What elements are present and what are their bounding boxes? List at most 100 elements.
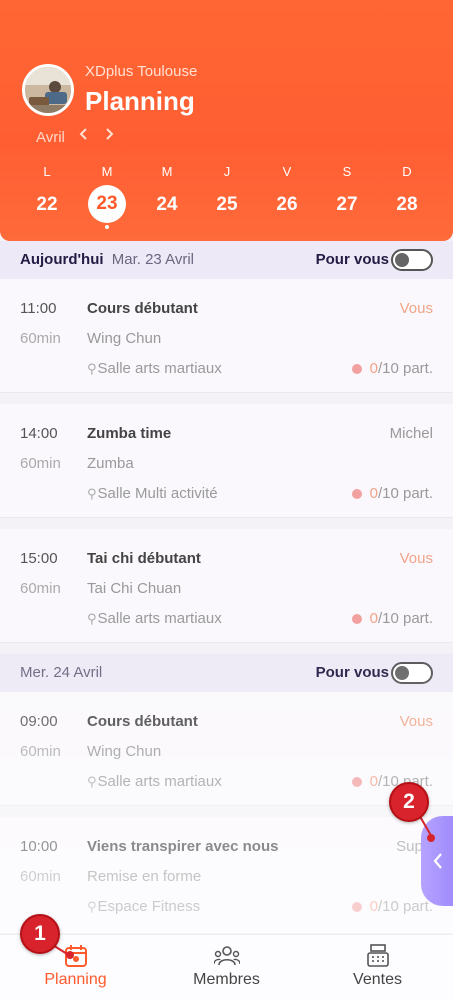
session-name: Cours débutant	[87, 300, 198, 317]
participants-current: 0	[369, 610, 378, 627]
session-name: Tai chi débutant	[87, 550, 201, 567]
club-avatar[interactable]	[22, 64, 74, 116]
status-dot-icon	[351, 364, 362, 375]
toggle-knob	[395, 666, 409, 680]
session-card[interactable]: 10:00 60min Viens transpirer avec nous R…	[0, 817, 453, 934]
session-card[interactable]: 09:00 60min Cours débutant Wing Chun ⚲Sa…	[0, 692, 453, 806]
day-monday[interactable]: L 22	[17, 163, 77, 225]
session-card[interactable]: 14:00 60min Zumba time Zumba ⚲Salle Mult…	[0, 404, 453, 518]
nav-label: Planning	[44, 971, 107, 988]
participants-capacity: /10 part.	[377, 610, 433, 627]
room-label: Salle Multi activité	[97, 485, 218, 502]
participants-capacity: /10 part.	[377, 485, 433, 502]
room-label: Salle arts martiaux	[97, 773, 222, 790]
weekday-label: M	[161, 164, 173, 179]
day-section-header: Mer. 24 Avril Pour vous	[0, 654, 453, 692]
session-duration: 60min	[20, 868, 61, 885]
participants-current: 0	[369, 485, 378, 502]
nav-membres[interactable]: Membres	[151, 935, 302, 1000]
weekday-label: V	[282, 164, 292, 179]
chevron-left-icon[interactable]	[76, 126, 92, 146]
session-activity: Wing Chun	[87, 330, 162, 347]
annotation-pointer-dot	[427, 834, 435, 842]
weekday-label: M	[101, 164, 113, 179]
session-room: ⚲Salle arts martiaux	[87, 360, 222, 377]
session-time: 09:00	[20, 713, 58, 730]
session-card[interactable]: 15:00 60min Tai chi débutant Tai Chi Chu…	[0, 529, 453, 643]
chevron-right-icon[interactable]	[101, 126, 117, 146]
page-title: Planning	[85, 86, 195, 116]
day-number: 22	[36, 194, 58, 215]
location-pin-icon: ⚲	[87, 486, 97, 501]
status-dot-icon	[351, 489, 362, 500]
room-label: Salle arts martiaux	[97, 360, 222, 377]
day-sunday[interactable]: D 28	[377, 163, 437, 225]
status-dot-icon	[351, 777, 362, 788]
session-coach: Vous	[399, 713, 433, 730]
status-dot-icon	[351, 902, 362, 913]
session-coach: Michel	[389, 425, 433, 442]
day-tuesday[interactable]: M 23	[77, 163, 137, 229]
session-activity: Wing Chun	[87, 743, 162, 760]
cash-register-icon	[367, 944, 389, 967]
selected-day-number: 23	[88, 185, 126, 229]
participants-capacity: /10 part.	[377, 360, 433, 377]
session-duration: 60min	[20, 455, 61, 472]
room-label: Salle arts martiaux	[97, 610, 222, 627]
day-number: 27	[336, 194, 358, 215]
day-wednesday[interactable]: M 24	[137, 163, 197, 225]
day-thursday[interactable]: J 25	[197, 163, 257, 225]
session-room: ⚲Salle arts martiaux	[87, 610, 222, 627]
planning-header: XDplus Toulouse Planning Avril L 22 M 23 M…	[0, 0, 453, 241]
section-date: Mer. 24 Avril	[20, 664, 102, 681]
weekday-label: L	[43, 164, 51, 179]
weekday-label: J	[223, 164, 231, 179]
status-dot-icon	[351, 614, 362, 625]
date-label: Mar. 23 Avril	[111, 251, 194, 268]
chevron-left-icon	[433, 853, 442, 869]
session-duration: 60min	[20, 580, 61, 597]
session-name: Zumba time	[87, 425, 172, 442]
session-duration: 60min	[20, 743, 61, 760]
participants-count: 0/10 part.	[351, 898, 433, 915]
session-name: Viens transpirer avec nous	[87, 838, 279, 855]
week-strip: L 22 M 23 M 24 J 25 V 26 S 27 D 28	[17, 163, 437, 229]
pour-vous-toggle[interactable]	[391, 249, 433, 271]
room-label: Espace Fitness	[97, 898, 201, 915]
toggle-knob	[395, 253, 409, 267]
nav-label: Ventes	[353, 971, 402, 988]
participants-capacity: /10 part.	[377, 898, 433, 915]
bottom-nav: Planning Membres Ventes	[0, 934, 453, 1000]
day-number: 25	[216, 194, 238, 215]
session-coach: Vous	[399, 550, 433, 567]
location-pin-icon: ⚲	[87, 611, 97, 626]
day-friday[interactable]: V 26	[257, 163, 317, 225]
participants-current: 0	[369, 773, 378, 790]
pour-vous-label: Pour vous	[315, 664, 389, 681]
annotation-badge-2: 2	[389, 782, 429, 822]
session-room: ⚲Salle Multi activité	[87, 485, 218, 502]
day-number: 24	[156, 194, 178, 215]
weekday-label: S	[342, 164, 352, 179]
session-card[interactable]: 11:00 60min Cours débutant Wing Chun ⚲Sa…	[0, 279, 453, 393]
day-number: 28	[396, 194, 418, 215]
day-number: 26	[276, 194, 298, 215]
day-saturday[interactable]: S 27	[317, 163, 377, 225]
annotation-pointer-dot	[66, 951, 74, 959]
nav-ventes[interactable]: Ventes	[302, 935, 453, 1000]
location-pin-icon: ⚲	[87, 899, 97, 914]
participants-count: 0/10 part.	[351, 360, 433, 377]
members-icon	[214, 946, 240, 966]
session-duration: 60min	[20, 330, 61, 347]
weekday-label: D	[402, 164, 412, 179]
session-time: 10:00	[20, 838, 58, 855]
pour-vous-label: Pour vous	[315, 251, 389, 268]
day-section-header: Aujourd'hui Mar. 23 Avril Pour vous	[0, 241, 453, 279]
month-label[interactable]: Avril	[36, 129, 65, 146]
club-name: XDplus Toulouse	[85, 63, 198, 80]
participants-count: 0/10 part.	[351, 485, 433, 502]
session-activity: Tai Chi Chuan	[87, 580, 182, 597]
session-name: Cours débutant	[87, 713, 198, 730]
session-activity: Remise en forme	[87, 868, 202, 885]
pour-vous-toggle[interactable]	[391, 662, 433, 684]
